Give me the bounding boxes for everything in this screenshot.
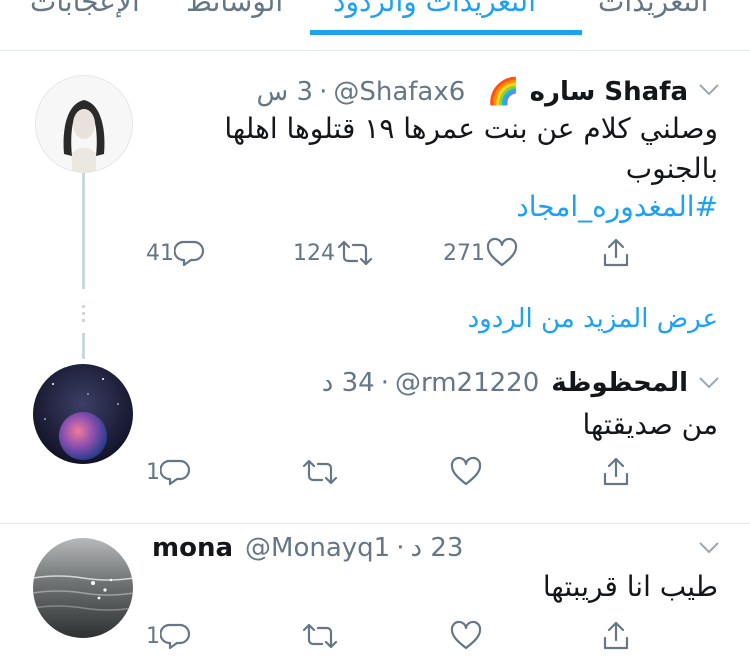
reply-icon bbox=[174, 240, 205, 267]
like-icon bbox=[486, 237, 518, 267]
chevron-down-icon[interactable] bbox=[698, 83, 720, 97]
share-button[interactable] bbox=[600, 456, 632, 488]
tweet-header: mona @Monayq1 · 23 د bbox=[152, 532, 463, 564]
user-handle[interactable]: @Shafax6 bbox=[333, 77, 465, 107]
retweet-count: 124 bbox=[293, 240, 335, 266]
chevron-down-icon[interactable] bbox=[698, 376, 720, 390]
share-icon bbox=[603, 457, 629, 486]
like-count: 271 bbox=[443, 240, 485, 266]
hashtag-link[interactable]: #المغدوره_امجاد bbox=[516, 188, 718, 226]
separator-dot: · bbox=[396, 533, 405, 563]
separator-dot: · bbox=[319, 77, 328, 107]
share-icon bbox=[603, 621, 629, 650]
reply-tweet[interactable]: mona @Monayq1 · 23 د طيب انا قريبتها 1 bbox=[0, 524, 750, 671]
tweet-header: المحظوظة @rm21220 · 34 د bbox=[322, 367, 688, 399]
reply-button[interactable]: 1 bbox=[146, 620, 192, 652]
tweet-text-line1: وصلني كلام عن بنت عمرها ١٩ قتلوها اهلها bbox=[224, 112, 718, 145]
tab-likes[interactable]: الإعجابات bbox=[30, 0, 140, 18]
show-more-replies-link[interactable]: عرض المزيد من الردود bbox=[468, 304, 718, 334]
share-icon bbox=[603, 238, 629, 267]
display-name[interactable]: المحظوظة bbox=[551, 368, 688, 398]
retweet-icon bbox=[302, 623, 338, 649]
retweet-button[interactable]: 124 bbox=[293, 237, 375, 269]
like-button[interactable] bbox=[449, 456, 483, 488]
share-button[interactable] bbox=[600, 620, 632, 652]
tab-tweets[interactable]: التغريدات bbox=[598, 0, 708, 18]
tweet-actions: 1 bbox=[0, 456, 750, 490]
retweet-button[interactable] bbox=[300, 620, 340, 652]
reply-tweet[interactable]: المحظوظة @rm21220 · 34 د من صديقتها 1 bbox=[0, 352, 750, 528]
avatar[interactable] bbox=[33, 364, 133, 464]
retweet-icon bbox=[302, 459, 338, 485]
display-name[interactable]: mona bbox=[152, 533, 233, 563]
reply-icon bbox=[160, 459, 191, 486]
reply-count: 1 bbox=[146, 623, 160, 649]
reply-button[interactable]: 1 bbox=[146, 456, 192, 488]
thread-line bbox=[82, 173, 85, 289]
rainbow-emoji: 🌈 bbox=[487, 77, 520, 107]
thread-dots bbox=[82, 305, 85, 326]
tweet-text: من صديقتها bbox=[582, 408, 718, 441]
tweet-text: طيب انا قريبتها bbox=[542, 570, 718, 603]
avatar[interactable] bbox=[35, 75, 133, 173]
profile-tabs: الإعجابات الوسائط التغريدات والردود التغ… bbox=[0, 0, 750, 36]
user-handle[interactable]: @Monayq1 bbox=[245, 533, 390, 563]
active-tab-indicator bbox=[310, 30, 582, 35]
tweet-actions: 41 124 271 bbox=[0, 237, 750, 271]
like-button[interactable]: 271 bbox=[443, 237, 519, 269]
tweet-actions: 1 bbox=[0, 620, 750, 654]
share-button[interactable] bbox=[600, 237, 632, 269]
retweet-icon bbox=[337, 240, 373, 266]
reply-count: 41 bbox=[146, 240, 174, 266]
tweet-header: Shafa ساره 🌈 @Shafax6 · 3 س bbox=[257, 76, 688, 108]
timestamp[interactable]: 3 س bbox=[257, 77, 314, 107]
user-handle[interactable]: @rm21220 bbox=[395, 368, 539, 398]
timestamp[interactable]: 23 د bbox=[410, 533, 463, 563]
tweet-text-line2: بالجنوب bbox=[625, 152, 718, 185]
like-button[interactable] bbox=[449, 620, 483, 652]
timestamp[interactable]: 34 د bbox=[322, 368, 375, 398]
separator-dot: · bbox=[380, 368, 389, 398]
reply-button[interactable]: 41 bbox=[146, 237, 206, 269]
reply-icon bbox=[160, 623, 191, 650]
tab-tweets-replies[interactable]: التغريدات والردود bbox=[333, 0, 536, 18]
like-icon bbox=[450, 620, 482, 650]
display-name[interactable]: Shafa ساره bbox=[530, 77, 688, 107]
retweet-button[interactable] bbox=[300, 456, 340, 488]
reply-count: 1 bbox=[146, 459, 160, 485]
tab-media[interactable]: الوسائط bbox=[186, 0, 283, 18]
like-icon bbox=[450, 456, 482, 486]
chevron-down-icon[interactable] bbox=[698, 541, 720, 555]
